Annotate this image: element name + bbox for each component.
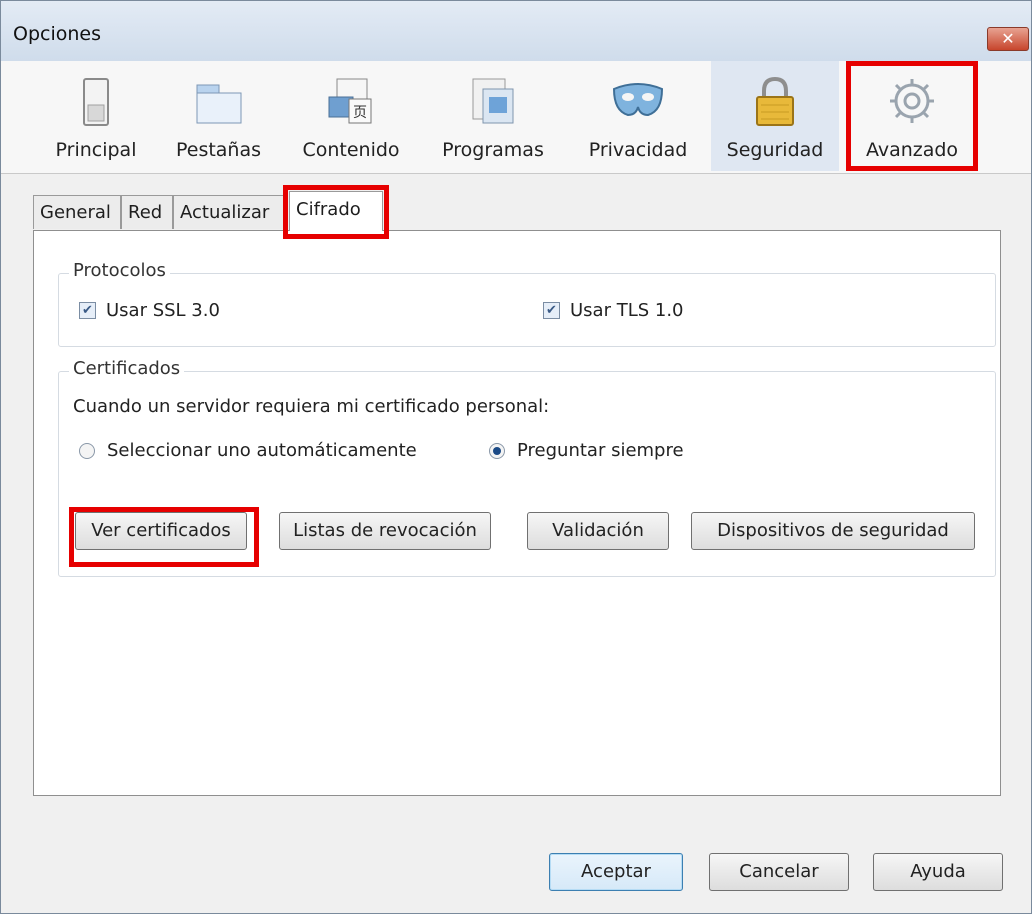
toolbar-item-avanzado[interactable]: Avanzado: [846, 61, 978, 171]
toolbar-label: Programas: [442, 139, 544, 161]
toolbar-label: Avanzado: [865, 139, 959, 161]
radio-auto[interactable]: [79, 442, 95, 459]
cifrado-panel: Protocolos ✔ Usar SSL 3.0 ✔ Usar TLS 1.0…: [33, 230, 1001, 796]
certificates-legend: Certificados: [69, 358, 185, 379]
switch-icon: [83, 78, 109, 126]
tab-red[interactable]: Red: [121, 195, 173, 229]
gear-icon: [890, 79, 934, 123]
tls-checkbox-row[interactable]: ✔ Usar TLS 1.0: [543, 300, 684, 321]
toolbar-item-pestanas[interactable]: Pestañas: [161, 61, 276, 171]
ssl-label: Usar SSL 3.0: [106, 300, 220, 321]
certificates-group: Certificados Cuando un servidor requiera…: [58, 358, 996, 577]
programs-icon: [472, 78, 514, 124]
toolbar-label: Pestañas: [175, 139, 262, 161]
close-button[interactable]: ✕: [987, 27, 1029, 51]
radio-ask-label: Preguntar siempre: [517, 440, 684, 461]
tabs-icon: [196, 84, 241, 124]
radio-ask[interactable]: [489, 442, 505, 459]
tls-checkbox[interactable]: ✔: [543, 302, 560, 319]
cancel-button[interactable]: Cancelar: [709, 853, 849, 891]
toolbar-item-programas[interactable]: Programas: [429, 61, 557, 171]
lock-icon: [756, 76, 794, 126]
certificate-prompt: Cuando un servidor requiera mi certifica…: [73, 396, 550, 417]
tab-cifrado[interactable]: Cifrado: [289, 191, 383, 231]
accept-button[interactable]: Aceptar: [549, 853, 683, 891]
window-title: Opciones: [13, 23, 101, 45]
radio-auto-label: Seleccionar uno automáticamente: [107, 440, 417, 461]
toolbar-label: Contenido: [302, 139, 400, 161]
options-window: Opciones ✕ Principal Pestañas 页 Contenid…: [0, 0, 1032, 914]
revocation-lists-button[interactable]: Listas de revocación: [279, 512, 491, 550]
content-icon: 页: [328, 78, 372, 124]
ssl-checkbox-row[interactable]: ✔ Usar SSL 3.0: [79, 300, 220, 321]
tls-label: Usar TLS 1.0: [570, 300, 684, 321]
protocols-legend: Protocolos: [69, 260, 170, 281]
ssl-checkbox[interactable]: ✔: [79, 302, 96, 319]
help-button[interactable]: Ayuda: [873, 853, 1003, 891]
view-certificates-button[interactable]: Ver certificados: [75, 512, 247, 550]
validation-button[interactable]: Validación: [527, 512, 669, 550]
category-toolbar: Principal Pestañas 页 Contenido Programas…: [1, 61, 1031, 174]
svg-text:页: 页: [353, 105, 367, 121]
radio-auto-row[interactable]: Seleccionar uno automáticamente: [79, 440, 417, 461]
toolbar-label: Seguridad: [726, 139, 824, 161]
security-devices-button[interactable]: Dispositivos de seguridad: [691, 512, 975, 550]
toolbar-item-seguridad[interactable]: Seguridad: [711, 61, 839, 171]
toolbar-label: Principal: [55, 139, 137, 161]
title-bar[interactable]: Opciones ✕: [1, 1, 1031, 61]
toolbar-label: Privacidad: [588, 139, 688, 161]
tab-general[interactable]: General: [33, 195, 121, 229]
protocols-group: Protocolos ✔ Usar SSL 3.0 ✔ Usar TLS 1.0: [58, 260, 996, 347]
toolbar-item-contenido[interactable]: 页 Contenido: [286, 61, 416, 171]
radio-ask-row[interactable]: Preguntar siempre: [489, 440, 684, 461]
mask-icon: [612, 83, 664, 117]
toolbar-item-principal[interactable]: Principal: [41, 61, 151, 171]
tab-actualizar[interactable]: Actualizar: [173, 195, 285, 229]
toolbar-item-privacidad[interactable]: Privacidad: [573, 61, 703, 171]
